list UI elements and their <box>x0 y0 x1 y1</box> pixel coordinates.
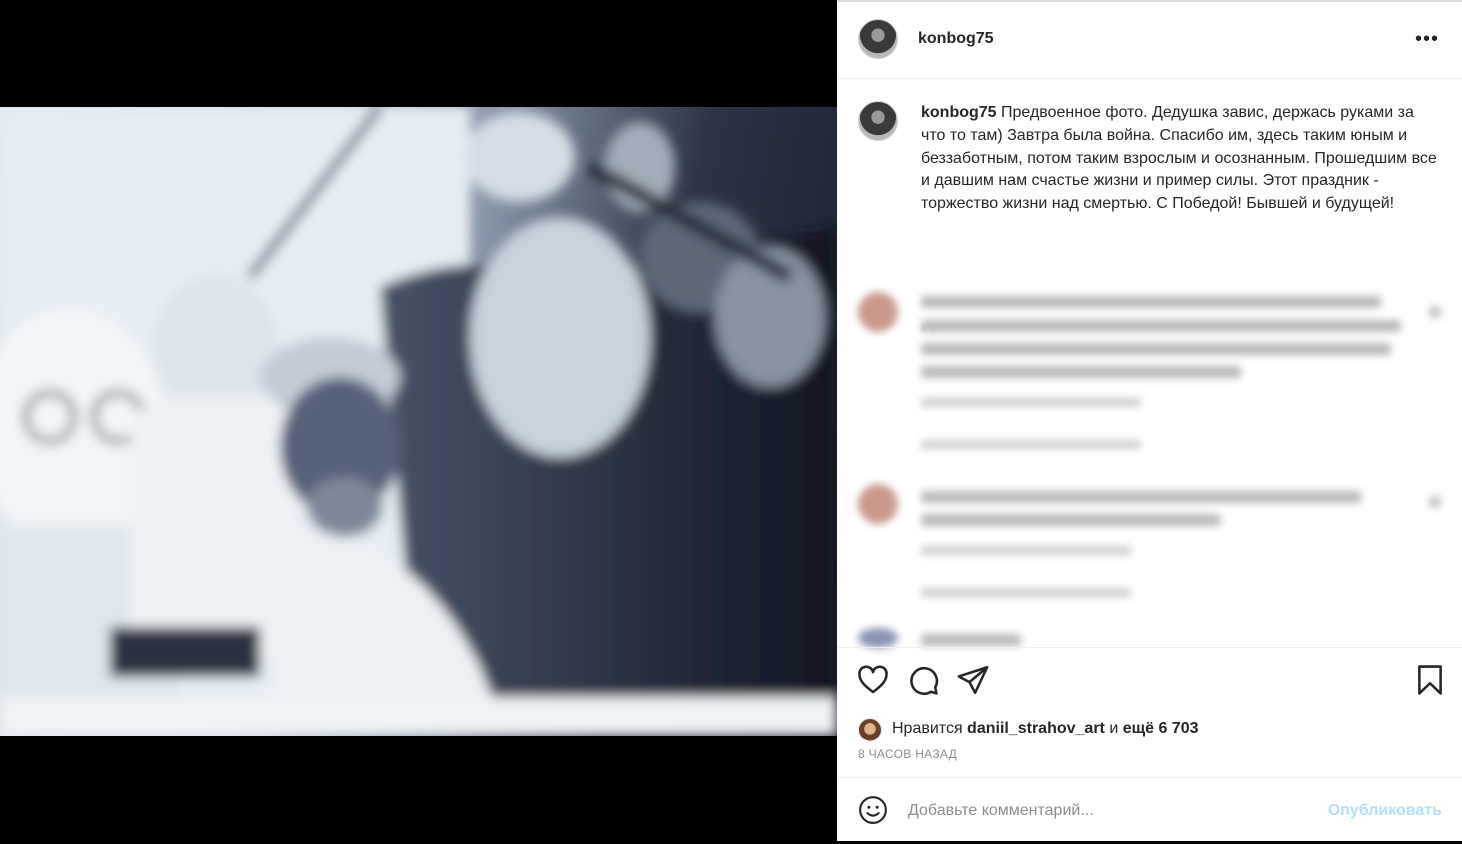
liker-username[interactable]: daniil_strahov_art <box>967 720 1105 737</box>
liker-avatar[interactable] <box>858 718 882 742</box>
caption-username[interactable]: konbog75 <box>921 104 997 121</box>
likes-count[interactable]: ещё 6 703 <box>1123 720 1199 737</box>
post-header: konbog75 ••• <box>837 2 1462 79</box>
caption-content: Предвоенное фото. Дедушка завис, держась… <box>921 104 1437 213</box>
add-comment-bar: Опубликовать <box>837 777 1462 844</box>
comment-like-icon[interactable] <box>1429 306 1441 318</box>
caption-author-avatar[interactable] <box>858 101 898 141</box>
author-avatar[interactable] <box>858 19 898 59</box>
publish-button[interactable]: Опубликовать <box>1328 802 1442 820</box>
caption-body: konbog75 Предвоенное фото. Дедушка завис… <box>921 102 1437 216</box>
comment-icon[interactable] <box>906 663 940 697</box>
author-username[interactable]: konbog75 <box>918 30 994 48</box>
post-details-panel: konbog75 ••• konbog75 Предвоенное фото. … <box>837 0 1462 841</box>
post-actions: Нравится daniil_strahov_art и ещё 6 703 … <box>837 647 1462 778</box>
post-timestamp[interactable]: 8 часов назад <box>858 747 957 761</box>
send-icon[interactable] <box>956 663 990 697</box>
likes-prefix: Нравится <box>892 720 968 737</box>
heart-icon[interactable] <box>856 663 890 697</box>
post-photo[interactable] <box>0 107 837 736</box>
comment-avatar <box>858 628 898 648</box>
bookmark-icon[interactable] <box>1413 663 1447 697</box>
comment-input[interactable] <box>908 798 1298 824</box>
post-media <box>0 0 837 841</box>
more-options-icon[interactable]: ••• <box>1415 29 1439 49</box>
photo-illustration <box>0 107 837 736</box>
comment-like-icon[interactable] <box>1429 496 1441 508</box>
comment-avatar <box>858 292 898 332</box>
likes-conjunction: и <box>1104 720 1123 737</box>
comment-avatar <box>858 484 898 524</box>
likes-text: Нравится daniil_strahov_art и ещё 6 703 <box>892 720 1198 738</box>
emoji-icon[interactable] <box>858 795 888 825</box>
